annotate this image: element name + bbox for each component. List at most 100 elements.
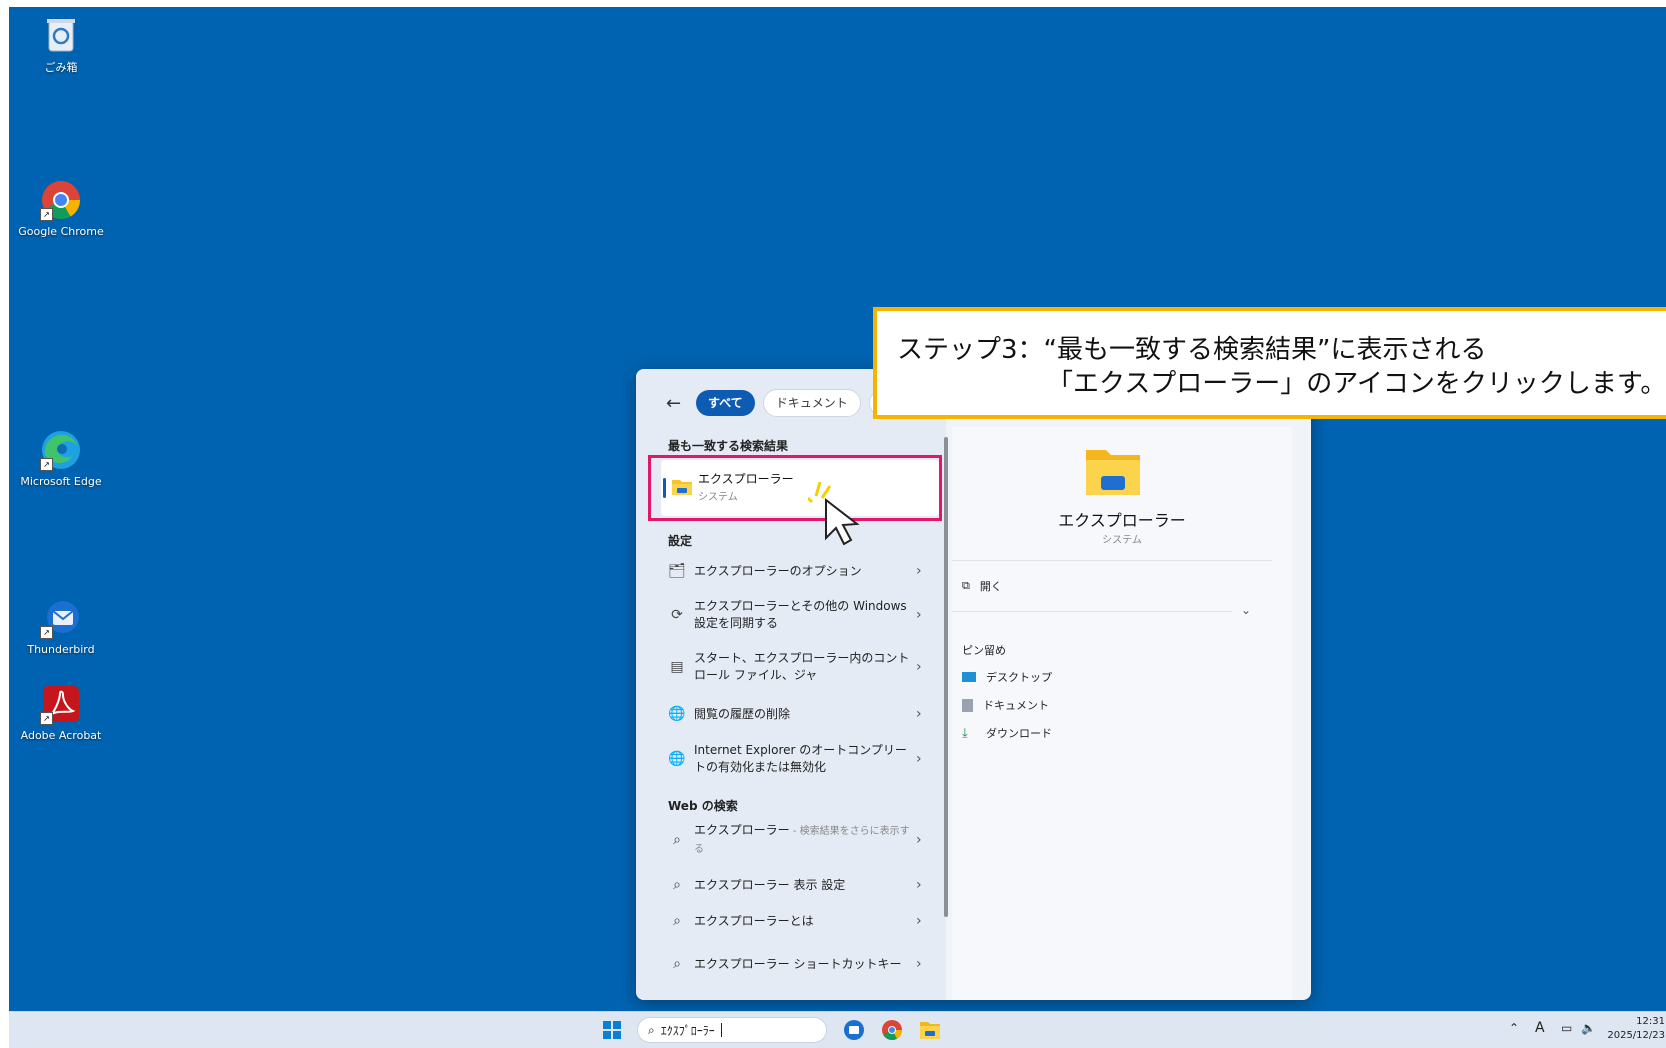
desktop-icon-adobe-acrobat[interactable]: ↗ Adobe Acrobat — [16, 683, 106, 742]
pinned-label: デスクトップ — [986, 671, 1052, 684]
network-icon[interactable]: ▭ — [1561, 1021, 1572, 1035]
chevron-right-icon: › — [916, 956, 922, 972]
chevron-right-icon: › — [916, 706, 922, 722]
detail-pane: エクスプローラー システム ⧉ 開く ⌄ ピン留め デスクトップ ドキュメント … — [952, 427, 1292, 1000]
search-icon: ⌕ — [673, 913, 681, 929]
web-result-shortcut-key[interactable]: ⌕ エクスプローラー ショートカットキー › — [666, 944, 928, 984]
system-clock[interactable]: 12:31 2025/12/23 — [1599, 1015, 1665, 1043]
taskbar: ⌕ ｴｸｽﾌﾟﾛｰﾗｰ ⌃ A ▭ 🔈 12:31 2025/12/23 — [9, 1011, 1666, 1048]
detail-subtitle: システム — [1102, 535, 1142, 546]
web-result-more[interactable]: ⌕ エクスプローラー - 検索結果をさらに表示する › — [666, 820, 928, 860]
filter-chip-documents[interactable]: ドキュメント — [762, 389, 861, 417]
pinned-item-downloads[interactable]: ⤓ ダウンロード — [962, 725, 1052, 741]
pinned-item-desktop[interactable]: デスクトップ — [962, 669, 1052, 685]
pinned-label: ダウンロード — [986, 727, 1052, 740]
expand-chevron-icon[interactable]: ⌄ — [1241, 603, 1251, 617]
windows-start-icon[interactable] — [603, 1021, 621, 1039]
pinned-item-documents[interactable]: ドキュメント — [962, 697, 1049, 713]
folder-options-icon: 🗂 — [668, 563, 686, 579]
desktop-icon-label: Thunderbird — [27, 643, 95, 656]
taskbar-search-box[interactable]: ⌕ ｴｸｽﾌﾟﾛｰﾗｰ — [637, 1017, 827, 1043]
open-label: 開く — [979, 580, 1002, 593]
edge-icon: ↗ — [40, 429, 82, 471]
web-result-text: エクスプローラー - 検索結果をさらに表示する — [688, 822, 916, 858]
desktop-icon-thunderbird[interactable]: ↗ Thunderbird — [16, 597, 106, 656]
settings-item-label: Internet Explorer のオートコンプリートの有効化または無効化 — [694, 743, 907, 774]
desktop-icon-label: Adobe Acrobat — [20, 729, 102, 742]
search-panel: ← すべて ドキュメント ア 最も一致する検索結果 エクスプローラー システム … — [636, 369, 1311, 1000]
chrome-icon: ↗ — [40, 179, 82, 221]
settings-item-label: エクスプローラーとその他の Windows 設定を同期する — [694, 599, 907, 630]
open-external-icon: ⧉ — [962, 579, 970, 592]
pinned-heading: ピン留め — [962, 644, 1006, 657]
file-explorer-large-icon — [1085, 446, 1141, 496]
settings-item-sync[interactable]: ⟳ エクスプローラーとその他の Windows 設定を同期する › — [666, 595, 928, 635]
filter-bar: ← すべて ドキュメント ア — [666, 389, 907, 417]
desktop-icon-microsoft-edge[interactable]: ↗ Microsoft Edge — [16, 429, 106, 488]
divider — [952, 560, 1272, 561]
internet-options-icon: 🌐 — [668, 706, 686, 722]
taskbar-search-text: ｴｸｽﾌﾟﾛｰﾗｰ — [660, 1023, 715, 1038]
file-explorer-taskbar-icon[interactable] — [919, 1020, 941, 1040]
settings-item-label: 閲覧の履歴の削除 — [694, 706, 791, 721]
sync-icon: ⟳ — [671, 607, 683, 623]
open-action[interactable]: ⧉ 開く — [962, 578, 1002, 594]
settings-heading: 設定 — [668, 534, 693, 548]
documents-folder-icon — [962, 698, 973, 712]
search-icon: ⌕ — [673, 832, 681, 848]
chrome-taskbar-icon[interactable] — [881, 1019, 903, 1041]
web-result-main: エクスプローラーとは — [694, 913, 814, 928]
chevron-right-icon: › — [916, 913, 922, 929]
acrobat-icon: ↗ — [40, 683, 82, 725]
thunderbird-icon: ↗ — [40, 597, 82, 639]
show-hidden-icons-chevron-icon[interactable]: ⌃ — [1509, 1021, 1519, 1035]
web-search-heading: Web の検索 — [668, 799, 738, 813]
web-result-main: エクスプローラー 表示 設定 — [694, 877, 846, 892]
web-result-main: エクスプローラー ショートカットキー — [694, 956, 902, 971]
back-arrow-icon[interactable]: ← — [666, 393, 688, 414]
chevron-right-icon: › — [916, 607, 922, 623]
clock-date: 2025/12/23 — [1607, 1030, 1665, 1041]
recycle-bin-icon — [40, 13, 82, 55]
highlight-box — [648, 455, 942, 521]
web-result-what-is[interactable]: ⌕ エクスプローラーとは › — [666, 907, 928, 935]
search-icon: ⌕ — [648, 1022, 655, 1037]
desktop-icon-google-chrome[interactable]: ↗ Google Chrome — [16, 179, 106, 238]
filter-chip-all[interactable]: すべて — [696, 390, 755, 416]
desktop-icon-label: ごみ箱 — [44, 61, 78, 74]
control-panel-icon: ▤ — [670, 659, 684, 675]
desktop-icon-recycle-bin[interactable]: ごみ箱 — [16, 13, 106, 75]
best-match-heading: 最も一致する検索結果 — [668, 439, 789, 453]
volume-icon[interactable]: 🔈 — [1581, 1021, 1596, 1035]
chevron-right-icon: › — [916, 832, 922, 848]
thunderbird-taskbar-icon[interactable] — [843, 1019, 865, 1041]
divider — [952, 611, 1232, 612]
chevron-right-icon: › — [916, 877, 922, 893]
tutorial-callout: ステップ3：“最も一致する検索結果”に表示される 「エクスプローラー」のアイコン… — [873, 307, 1666, 419]
mouse-cursor-icon — [806, 478, 868, 548]
desktop-icon-label: Microsoft Edge — [20, 475, 102, 488]
ime-indicator[interactable]: A — [1535, 1020, 1545, 1036]
settings-item-explorer-options[interactable]: 🗂 エクスプローラーのオプション › — [666, 554, 928, 588]
desktop-folder-icon — [962, 672, 976, 682]
internet-options-icon: 🌐 — [668, 751, 686, 767]
search-results-pane: ← すべて ドキュメント ア 最も一致する検索結果 エクスプローラー システム … — [636, 369, 948, 1000]
clock-time: 12:31 — [1636, 1016, 1665, 1027]
chevron-right-icon: › — [916, 563, 922, 579]
chevron-right-icon: › — [916, 751, 922, 767]
callout-line-2: 「エクスプローラー」のアイコンをクリックします。 — [1047, 369, 1666, 399]
settings-item-clear-history[interactable]: 🌐 閲覧の履歴の削除 › — [666, 699, 928, 729]
pinned-label: ドキュメント — [983, 699, 1049, 712]
download-arrow-icon: ⤓ — [962, 725, 968, 741]
settings-item-autocomplete[interactable]: 🌐 Internet Explorer のオートコンプリートの有効化または無効化… — [666, 739, 928, 779]
web-result-display-settings[interactable]: ⌕ エクスプローラー 表示 設定 › — [666, 871, 928, 899]
chevron-right-icon: › — [916, 659, 922, 675]
settings-item-control-files[interactable]: ▤ スタート、エクスプローラー内のコントロール ファイル、ジャ › — [666, 647, 928, 687]
search-icon: ⌕ — [673, 877, 681, 893]
text-caret — [720, 1023, 722, 1037]
settings-item-label: エクスプローラーのオプション — [694, 563, 862, 578]
results-scrollbar[interactable] — [944, 437, 948, 917]
callout-line-1: ステップ3：“最も一致する検索結果”に表示される — [897, 335, 1487, 365]
settings-item-label: スタート、エクスプローラー内のコントロール ファイル、ジャ — [694, 651, 910, 682]
detail-title: エクスプローラー — [1058, 511, 1186, 530]
